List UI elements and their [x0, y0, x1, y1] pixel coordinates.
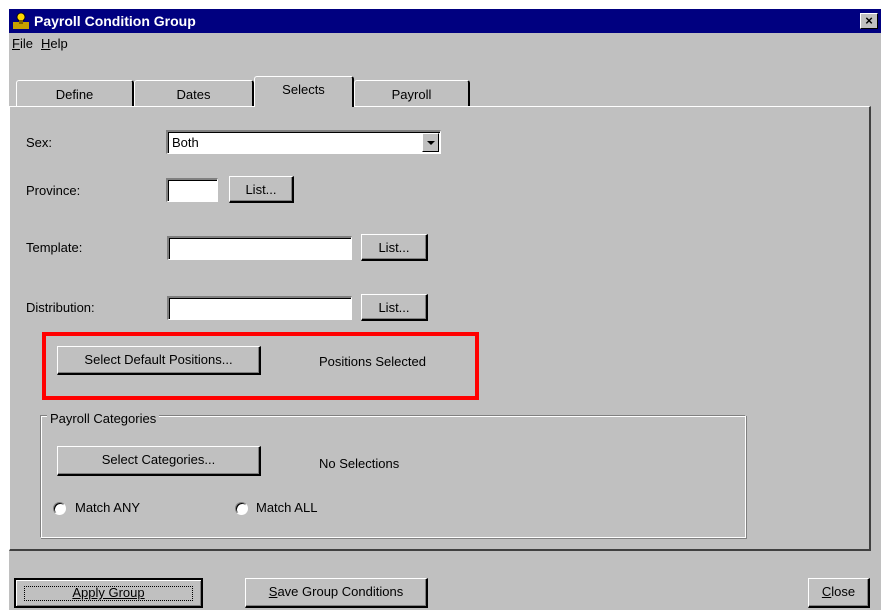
tab-define[interactable]: Define	[16, 80, 134, 106]
province-input[interactable]	[166, 178, 218, 202]
chevron-down-icon	[427, 141, 435, 145]
template-label: Template:	[26, 240, 83, 255]
menu-help-accel: H	[41, 36, 51, 51]
save-group-conditions-button[interactable]: Save Group Conditions	[245, 578, 428, 608]
tab-payroll[interactable]: Payroll	[354, 80, 470, 106]
menu-help-rest: elp	[50, 36, 68, 51]
tab-dates[interactable]: Dates	[134, 80, 254, 106]
sex-combobox-value: Both	[172, 135, 199, 150]
select-categories-button[interactable]: Select Categories...	[57, 446, 261, 476]
close-icon[interactable]: ×	[860, 13, 878, 29]
distribution-list-button[interactable]: List...	[361, 294, 428, 321]
window-title: Payroll Condition Group	[34, 13, 196, 29]
province-list-button[interactable]: List...	[229, 176, 294, 203]
save-rest: ave Group Conditions	[277, 584, 404, 599]
apply-group-button[interactable]: Apply Group	[14, 578, 203, 608]
payroll-condition-group-window: Payroll Condition Group × File Help Defi…	[9, 9, 881, 610]
close-rest: lose	[831, 584, 856, 599]
tab-selects[interactable]: Selects	[254, 76, 354, 107]
positions-status-text: Positions Selected	[319, 354, 426, 369]
sex-combobox[interactable]: Both	[166, 130, 441, 154]
match-any-radio[interactable]	[53, 502, 66, 515]
province-label: Province:	[26, 183, 81, 198]
focus-indicator	[24, 586, 193, 601]
payroll-categories-title: Payroll Categories	[47, 411, 160, 426]
close-button[interactable]: Close	[808, 578, 870, 608]
close-accel: C	[821, 584, 832, 599]
sex-combobox-dropdown-button[interactable]	[422, 133, 439, 152]
select-default-positions-button[interactable]: Select Default Positions...	[57, 346, 261, 375]
sex-label: Sex:	[26, 135, 53, 150]
distribution-input[interactable]	[167, 296, 352, 320]
menu-help[interactable]: Help	[41, 36, 68, 51]
menu-file-rest: ile	[19, 36, 33, 51]
app-icon	[13, 12, 29, 29]
title-bar: Payroll Condition Group ×	[9, 9, 881, 33]
payroll-categories-group	[40, 415, 746, 538]
menu-file[interactable]: File	[12, 36, 33, 51]
template-list-button[interactable]: List...	[361, 234, 428, 261]
match-any-label[interactable]: Match ANY	[75, 500, 140, 515]
match-all-radio[interactable]	[235, 502, 248, 515]
match-all-label[interactable]: Match ALL	[256, 500, 317, 515]
distribution-label: Distribution:	[26, 300, 95, 315]
categories-status-text: No Selections	[319, 456, 400, 471]
template-input[interactable]	[167, 236, 352, 260]
menu-bar: File Help	[9, 33, 881, 53]
menu-file-accel: F	[12, 36, 20, 51]
